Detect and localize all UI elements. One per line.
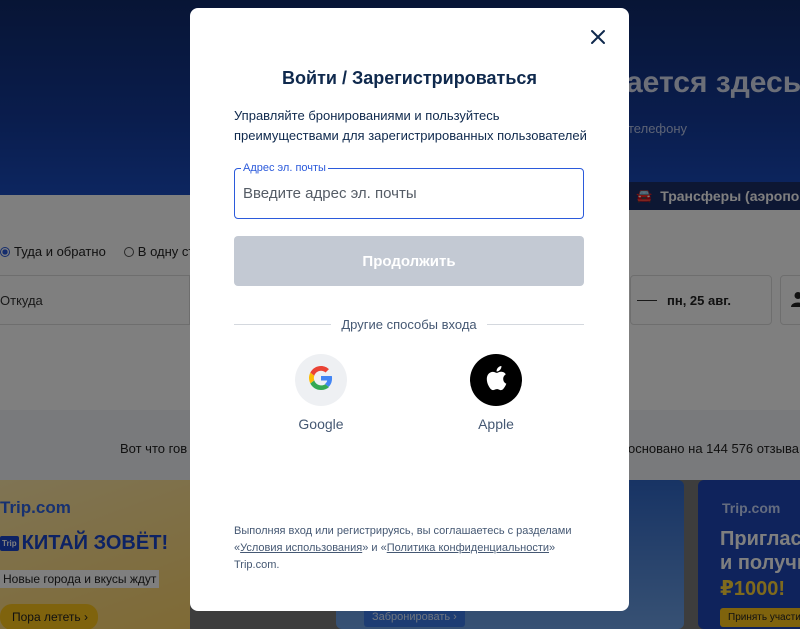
terms-text: Выполняя вход или регистрируясь, вы согл… xyxy=(234,523,594,574)
terms-of-use-link[interactable]: Условия использования xyxy=(240,542,362,554)
google-login-button[interactable]: Google xyxy=(281,354,361,432)
login-modal: Войти / Зарегистрироваться Управляйте бр… xyxy=(190,8,629,611)
google-icon xyxy=(309,365,333,395)
apple-login-button[interactable]: Apple xyxy=(456,354,536,432)
privacy-policy-link[interactable]: Политика конфиденциальности xyxy=(387,542,549,554)
email-field[interactable]: Адрес эл. почты xyxy=(234,161,584,219)
apple-icon-circle xyxy=(470,354,522,406)
close-button[interactable] xyxy=(587,28,609,50)
divider-text: Другие способы входа xyxy=(341,317,477,332)
google-icon-circle xyxy=(295,354,347,406)
google-label: Google xyxy=(298,416,344,432)
modal-description: Управляйте бронированиями и пользуйтесь … xyxy=(234,108,587,143)
email-input[interactable] xyxy=(235,169,583,218)
divider-line-right xyxy=(486,324,584,325)
terms-middle: » и « xyxy=(362,542,387,554)
close-icon xyxy=(590,29,606,50)
continue-button[interactable]: Продолжить xyxy=(234,236,584,286)
other-login-divider: Другие способы входа xyxy=(234,317,584,332)
divider-line-left xyxy=(234,324,332,325)
apple-icon xyxy=(485,365,507,396)
modal-title: Войти / Зарегистрироваться xyxy=(282,68,537,88)
apple-label: Apple xyxy=(478,416,514,432)
